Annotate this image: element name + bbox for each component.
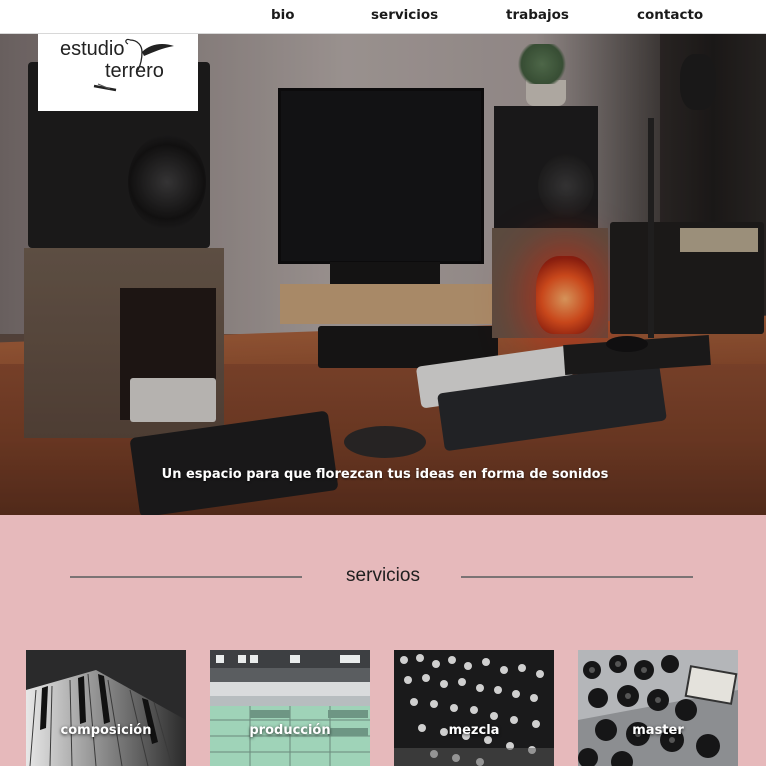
nav-servicios-link[interactable]: servicios [371, 7, 438, 23]
service-label: composición [60, 723, 152, 738]
service-card-mezcla[interactable]: mezcla [394, 650, 554, 766]
service-card-master[interactable]: master [578, 650, 738, 766]
top-nav: bio servicios trabajos contacto [0, 0, 766, 34]
daw-screen-image [210, 650, 370, 766]
service-label: producción [249, 723, 331, 738]
logo[interactable]: estudio terrero [38, 34, 198, 111]
mixing-console-image [394, 650, 554, 766]
nav-bio-link[interactable]: bio [271, 7, 295, 23]
service-label: master [632, 723, 684, 738]
nav-contacto-link[interactable]: contacto [637, 7, 703, 23]
sprout-icon [93, 38, 174, 92]
service-label: mezcla [448, 723, 500, 738]
service-card-produccion[interactable]: producción [210, 650, 370, 766]
hero-tagline: Un espacio para que florezcan tus ideas … [161, 467, 609, 482]
piano-keys-image [26, 650, 186, 766]
nav-trabajos-link[interactable]: trabajos [506, 7, 569, 23]
service-card-composicion[interactable]: composición [26, 650, 186, 766]
mastering-knobs-image [578, 650, 738, 766]
services-divider-right [461, 576, 693, 578]
